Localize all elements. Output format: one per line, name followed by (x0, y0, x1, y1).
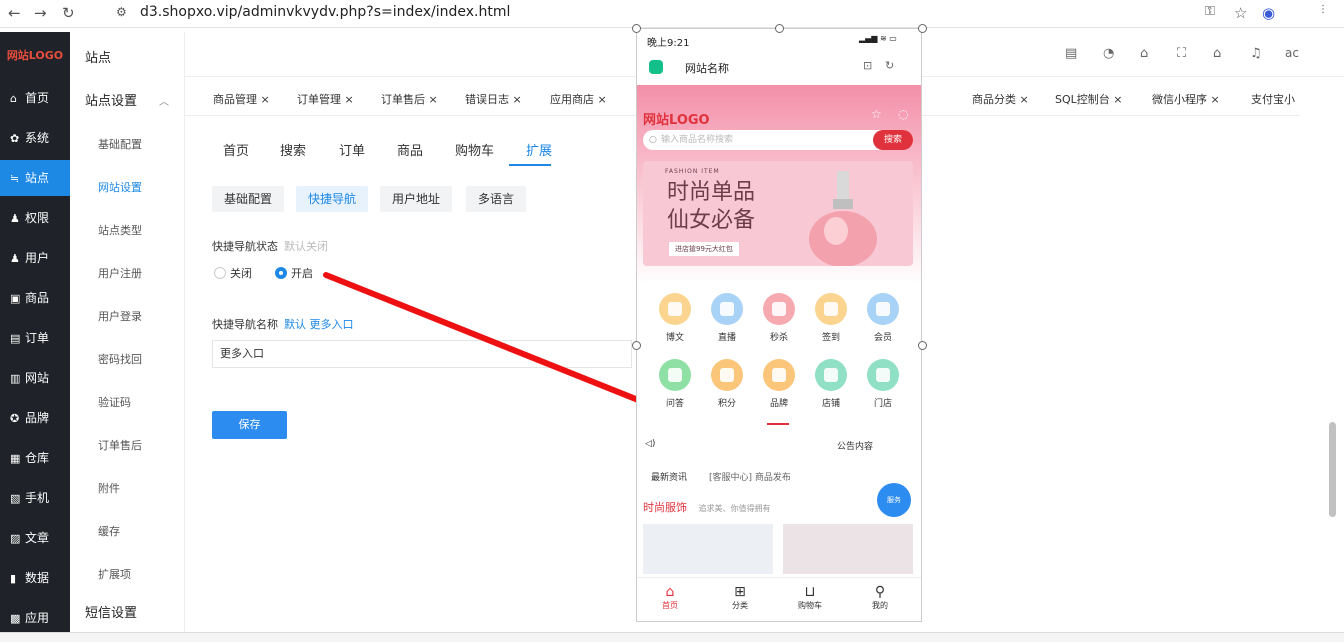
refresh-icon[interactable]: ↻ (885, 59, 894, 72)
search-icon: ○ (649, 135, 657, 145)
phone-time: 晚上9:21 (647, 38, 690, 49)
product-thumbnails (643, 524, 913, 574)
banner-line2: 仙女必备 (667, 208, 756, 233)
phone-icon-label: 直播 (717, 333, 736, 343)
banner-small-text: FASHION ITEM (665, 168, 720, 175)
bookmark-icon[interactable]: ⊡ (863, 59, 872, 72)
browser-status-bar (0, 632, 1344, 642)
phone-icon-item[interactable]: 直播 (707, 293, 747, 343)
icon-grid-pager (767, 423, 789, 425)
phone-icon-item[interactable]: 门店 (863, 359, 903, 409)
phone-signal: ▂▄▆ ≋ ▭ (859, 34, 897, 43)
phone-icon-circle (711, 293, 743, 325)
phone-icon-label: 问答 (665, 399, 684, 409)
resize-handle[interactable] (775, 24, 784, 33)
phone-banner[interactable]: FASHION ITEM 时尚单品仙女必备 进店搶99元大红包 (643, 161, 913, 266)
phone-icon-label: 博文 (665, 333, 684, 343)
banner-pill: 进店搶99元大红包 (669, 242, 739, 256)
product-image[interactable] (783, 524, 913, 574)
phone-nav-label: 首页 (662, 601, 678, 610)
phone-search-button[interactable]: 搜索 (873, 130, 913, 150)
phone-icon-label: 积分 (717, 399, 736, 409)
star-outline-icon[interactable]: ☆ (871, 107, 882, 121)
service-float-button[interactable]: 服务 (877, 483, 911, 517)
phone-search-placeholder: 输入商品名称搜索 (661, 135, 734, 145)
phone-icon-circle (867, 293, 899, 325)
phone-icon-item[interactable]: 积分 (707, 359, 747, 409)
banner-line1: 时尚单品 (667, 180, 756, 205)
banner-headline: 时尚单品 仙女必备 (667, 179, 755, 235)
phone-icon-item[interactable]: 签到 (811, 293, 851, 343)
phone-icon-label: 秒杀 (769, 333, 788, 343)
phone-icon-circle (815, 293, 847, 325)
phone-icon-item[interactable]: 店铺 (811, 359, 851, 409)
resize-handle[interactable] (918, 341, 927, 350)
phone-nav-item[interactable]: ⊔ 购物车 (785, 584, 835, 611)
phone-icon-circle (763, 359, 795, 391)
phone-icon-grid: 博文 直播 秒杀 签到 会员问答 积分 品牌 店铺 门店 (643, 281, 913, 429)
phone-address-bar: 网站名称 ⊡ ↻ (637, 51, 921, 85)
user-icon: ⚲ (874, 584, 886, 600)
speaker-icon: ◁) (645, 439, 656, 449)
phone-search-input[interactable]: ○ 输入商品名称搜索 搜索 (643, 130, 913, 150)
phone-icon-circle (711, 359, 743, 391)
scroll-thumb[interactable] (1329, 422, 1336, 517)
phone-nav-label: 购物车 (798, 601, 822, 610)
news-prefix: 最新资讯 (651, 473, 688, 483)
phone-icon-item[interactable]: 博文 (655, 293, 695, 343)
category-icon: ⊞ (734, 584, 746, 600)
phone-hero: 网站LOGO ☆ ◌ ○ 输入商品名称搜索 搜索 FASHION ITEM 时尚… (637, 85, 921, 285)
phone-icon-item[interactable]: 秒杀 (759, 293, 799, 343)
phone-notice: ◁) 公告内容 (643, 435, 913, 457)
phone-icon-label: 店铺 (821, 399, 840, 409)
home-icon: ⌂ (665, 584, 675, 600)
resize-handle[interactable] (632, 24, 641, 33)
fashion-subtitle: 追求美、你值得拥有 (698, 504, 771, 513)
phone-icon-circle (763, 293, 795, 325)
shield-icon (649, 60, 663, 74)
fashion-title: 时尚服饰 (643, 501, 687, 514)
phone-nav-item[interactable]: ⌂ 首页 (645, 584, 695, 611)
phone-nav-label: 分类 (732, 601, 748, 610)
phone-site-name: 网站名称 (685, 62, 729, 75)
page-scrollbar[interactable] (1326, 32, 1340, 632)
cart-icon: ⊔ (804, 584, 816, 600)
phone-icon-item[interactable]: 问答 (655, 359, 695, 409)
phone-icon-circle (659, 359, 691, 391)
news-text: [客服中心] 商品发布 (709, 473, 791, 483)
resize-handle[interactable] (632, 341, 641, 350)
perfume-bottle-image (809, 171, 877, 266)
phone-icon-label: 门店 (873, 399, 892, 409)
phone-news[interactable]: 最新资讯 [客服中心] 商品发布 (643, 463, 913, 491)
phone-nav-label: 我的 (872, 601, 888, 610)
product-image[interactable] (643, 524, 773, 574)
phone-icon-label: 品牌 (769, 399, 788, 409)
fashion-section-header: 时尚服饰 追求美、你值得拥有 (643, 499, 913, 519)
phone-bottom-nav: ⌂ 首页 ⊞ 分类 ⊔ 购物车 ⚲ 我的 (637, 577, 921, 621)
phone-icon-circle (659, 293, 691, 325)
phone-icon-label: 签到 (821, 333, 840, 343)
phone-icon-item[interactable]: 品牌 (759, 359, 799, 409)
phone-icon-label: 会员 (873, 333, 892, 343)
phone-nav-item[interactable]: ⊞ 分类 (715, 584, 765, 611)
phone-icon-item[interactable]: 会员 (863, 293, 903, 343)
phone-nav-item[interactable]: ⚲ 我的 (855, 584, 905, 611)
resize-handle[interactable] (918, 24, 927, 33)
chat-icon[interactable]: ◌ (898, 107, 908, 121)
phone-logo: 网站LOGO (643, 113, 710, 128)
notice-text: 公告内容 (837, 442, 874, 452)
phone-icon-circle (867, 359, 899, 391)
phone-icon-circle (815, 359, 847, 391)
mobile-preview: 晚上9:21 ▂▄▆ ≋ ▭ 网站名称 ⊡ ↻ 网站LOGO ☆ ◌ ○ 输入商… (636, 28, 922, 622)
